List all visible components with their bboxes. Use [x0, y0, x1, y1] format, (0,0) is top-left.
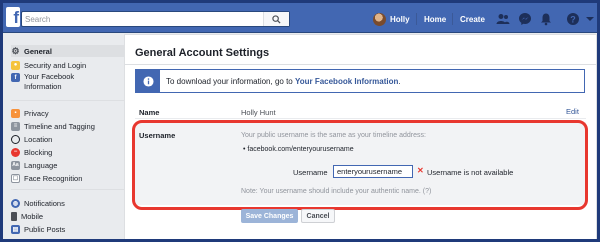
sidebar-item-label: Mobile: [21, 211, 44, 221]
sidebar-divider: [11, 189, 125, 190]
public-posts-icon: ▤: [11, 224, 20, 234]
download-info-banner: To download your information, go to Your…: [135, 69, 585, 93]
red-highlight-outline: [132, 120, 588, 210]
sidebar-item-timeline-and-tagging[interactable]: ≡ Timeline and Tagging: [11, 120, 125, 132]
facebook-icon: f: [11, 73, 20, 82]
messenger-icon[interactable]: [518, 12, 532, 26]
language-icon: Aa: [11, 160, 20, 170]
sidebar-item-label: Public Posts: [24, 224, 66, 234]
profile-name: Holly: [390, 14, 410, 24]
name-label: Name: [139, 108, 160, 117]
search-input[interactable]: [25, 13, 265, 25]
banner-text-suffix: .: [398, 76, 401, 86]
sidebar-item-label: Language: [24, 160, 58, 170]
sidebar-item-privacy[interactable]: ▪ Privacy: [11, 107, 125, 119]
sidebar-item-security[interactable]: ● Security and Login: [11, 59, 125, 71]
sidebar-item-label: Your Facebook Information: [24, 72, 74, 92]
search-box: [21, 11, 290, 27]
top-navigation-bar: f Holly Home Create: [3, 3, 597, 33]
sidebar-divider: [11, 100, 125, 101]
sidebar-item-label-line1: Your Facebook: [24, 72, 75, 81]
sidebar-item-blocking[interactable]: − Blocking: [11, 146, 125, 158]
sidebar-item-language[interactable]: Aa Language: [11, 159, 125, 171]
sidebar-item-label: Security and Login: [24, 60, 87, 70]
info-icon: [136, 70, 160, 92]
account-menu-chevron-icon[interactable]: [583, 12, 597, 26]
help-icon[interactable]: ?: [566, 12, 580, 26]
timeline-icon: ≡: [11, 121, 20, 131]
sidebar-item-label: Blocking: [24, 147, 53, 157]
create-link[interactable]: Create: [460, 15, 485, 24]
sidebar-item-face-recognition[interactable]: ☐ Face Recognition: [11, 172, 125, 184]
sidebar-item-label-line2: Information: [24, 82, 62, 91]
globe-icon: ◍: [11, 198, 20, 208]
nav-divider: [452, 13, 453, 25]
home-link[interactable]: Home: [424, 15, 446, 24]
sidebar-item-general[interactable]: ⚙ General: [11, 45, 125, 57]
sidebar-item-location[interactable]: Location: [11, 133, 125, 145]
privacy-icon: ▪: [11, 108, 20, 118]
sidebar-item-label: Privacy: [24, 108, 49, 118]
sidebar-item-label: Location: [24, 134, 53, 144]
title-divider: [125, 64, 596, 65]
your-facebook-information-link[interactable]: Your Facebook Information: [295, 77, 398, 86]
sidebar-item-your-facebook-information[interactable]: f Your Facebook Information: [11, 72, 125, 94]
nav-divider: [416, 13, 417, 25]
save-changes-button[interactable]: Save Changes: [241, 209, 298, 223]
blocking-icon: −: [11, 147, 20, 157]
shield-icon: ●: [11, 60, 20, 70]
sidebar-item-label: Timeline and Tagging: [24, 121, 95, 131]
profile-link[interactable]: Holly: [373, 11, 410, 27]
search-button[interactable]: [263, 12, 289, 26]
sidebar-item-public-posts[interactable]: ▤ Public Posts: [11, 223, 125, 235]
sidebar-item-label: Face Recognition: [24, 173, 83, 183]
settings-main-panel: General Account Settings To download you…: [124, 34, 597, 239]
search-icon: [272, 14, 281, 24]
notifications-bell-icon[interactable]: [539, 12, 553, 26]
facebook-settings-window: f Holly Home Create: [3, 3, 597, 239]
face-recognition-icon: ☐: [11, 173, 20, 183]
avatar: [373, 12, 386, 26]
sidebar-item-notifications[interactable]: ◍ Notifications: [11, 197, 125, 209]
edit-name-link[interactable]: Edit: [566, 107, 579, 116]
page-title: General Account Settings: [135, 47, 270, 59]
mobile-icon: [11, 211, 17, 221]
facebook-logo-icon[interactable]: f: [6, 7, 20, 27]
settings-sidebar: ⚙ General ● Security and Login f Your Fa…: [3, 34, 128, 239]
gear-icon: ⚙: [11, 45, 20, 56]
cancel-button[interactable]: Cancel: [301, 209, 335, 223]
banner-text-prefix: To download your information, go to: [166, 76, 295, 86]
sidebar-item-label: Notifications: [24, 198, 65, 208]
sidebar-item-mobile[interactable]: Mobile: [11, 210, 125, 222]
banner-text: To download your information, go to Your…: [160, 77, 401, 86]
friend-requests-icon[interactable]: [496, 12, 510, 26]
name-value: Holly Hunt: [241, 108, 276, 117]
sidebar-item-label: General: [24, 46, 52, 56]
location-icon: [11, 134, 20, 144]
name-row[interactable]: Name Holly Hunt Edit: [135, 105, 586, 119]
svg-text:?: ?: [570, 14, 576, 24]
